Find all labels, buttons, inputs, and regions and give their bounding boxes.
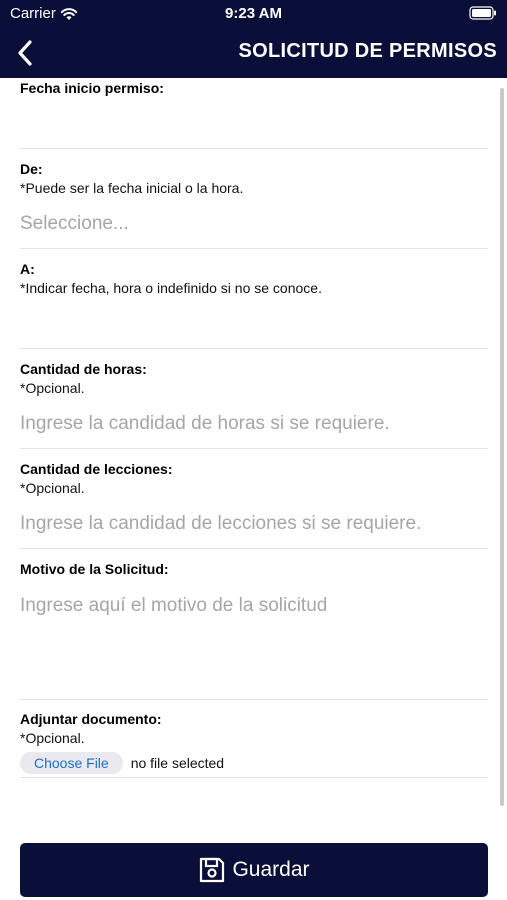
- motivo-label: Motivo de la Solicitud:: [20, 561, 169, 577]
- motivo-field[interactable]: Motivo de la Solicitud: Ingrese aquí el …: [20, 561, 488, 700]
- fecha-inicio-label: Fecha inicio permiso:: [20, 80, 164, 96]
- nav-bar: SOLICITUD DE PERMISOS: [0, 28, 507, 78]
- save-label: Guardar: [232, 858, 310, 881]
- file-status: no file selected: [130, 755, 225, 771]
- file-picker: Choose File no file selected: [20, 752, 488, 774]
- lecciones-note: *Opcional.: [20, 480, 85, 496]
- lecciones-label: Cantidad de lecciones:: [20, 461, 173, 477]
- adjuntar-field[interactable]: Adjuntar documento: *Opcional. Choose Fi…: [20, 711, 488, 778]
- a-note: *Indicar fecha, hora o indefinido si no …: [20, 280, 322, 296]
- motivo-textarea[interactable]: Ingrese aquí el motivo de la solicitud: [20, 595, 488, 617]
- de-note: *Puede ser la fecha inicial o la hora.: [20, 180, 244, 196]
- lecciones-input[interactable]: Ingrese la candidad de lecciones si se r…: [20, 513, 488, 535]
- status-bar: Carrier 9:23 AM: [0, 0, 507, 28]
- horas-note: *Opcional.: [20, 380, 85, 396]
- fecha-inicio-field[interactable]: Fecha inicio permiso:: [20, 80, 488, 149]
- choose-file-button[interactable]: Choose File: [20, 752, 123, 774]
- de-field[interactable]: De: *Puede ser la fecha inicial o la hor…: [20, 161, 488, 249]
- chevron-left-icon: [18, 40, 32, 66]
- horas-field[interactable]: Cantidad de horas: *Opcional. Ingrese la…: [20, 361, 488, 449]
- battery-icon: [469, 6, 497, 24]
- form-scroll-area[interactable]: Fecha inicio permiso: De: *Puede ser la …: [0, 78, 507, 820]
- back-button[interactable]: [8, 36, 42, 70]
- status-time: 9:23 AM: [225, 5, 282, 22]
- save-icon: [200, 857, 225, 883]
- adjuntar-label: Adjuntar documento:: [20, 711, 162, 727]
- scroll-indicator[interactable]: [500, 88, 504, 806]
- page-title: SOLICITUD DE PERMISOS: [238, 40, 497, 62]
- de-label: De:: [20, 161, 43, 177]
- lecciones-field[interactable]: Cantidad de lecciones: *Opcional. Ingres…: [20, 461, 488, 549]
- save-button[interactable]: Guardar: [20, 843, 488, 897]
- a-label: A:: [20, 261, 35, 277]
- adjuntar-note: *Opcional.: [20, 730, 85, 746]
- de-select[interactable]: Seleccione...: [20, 213, 488, 235]
- horas-input[interactable]: Ingrese la candidad de horas si se requi…: [20, 413, 488, 435]
- a-field[interactable]: A: *Indicar fecha, hora o indefinido si …: [20, 261, 488, 349]
- horas-label: Cantidad de horas:: [20, 361, 147, 377]
